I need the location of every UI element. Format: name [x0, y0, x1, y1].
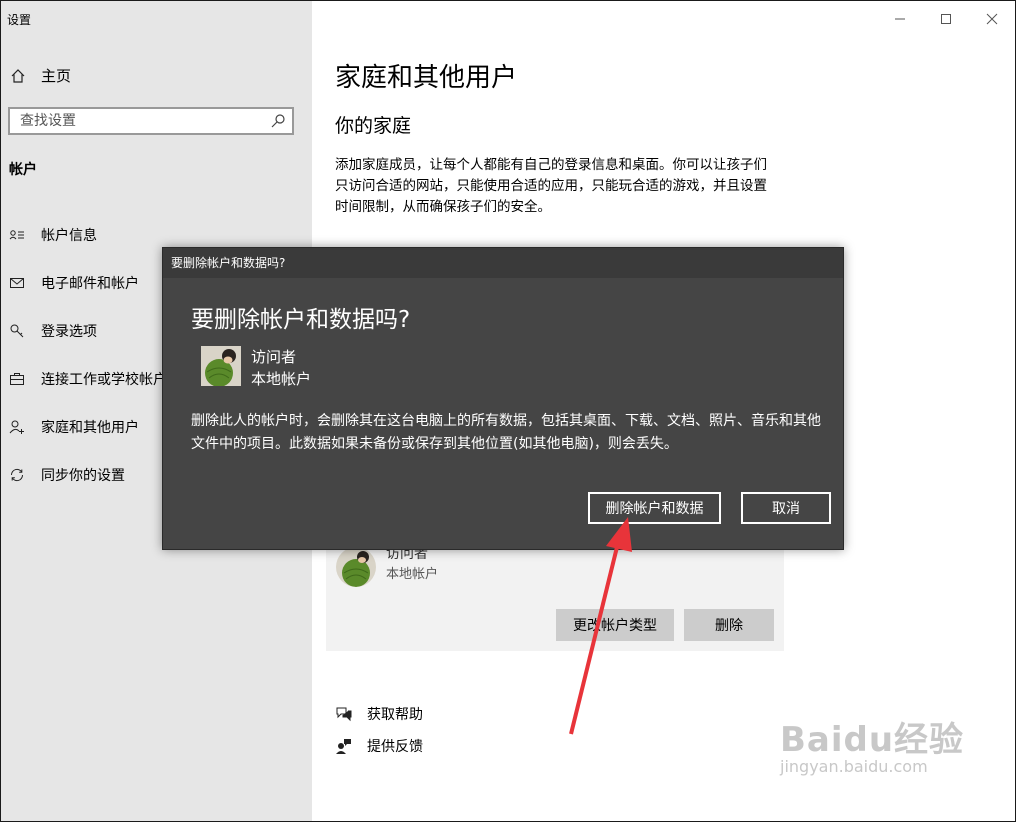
annotation-arrow — [569, 517, 632, 735]
watermark-logo: Baidu经验 — [780, 720, 965, 760]
baidu-watermark: Baidu经验 jingyan.baidu.com — [780, 712, 964, 776]
